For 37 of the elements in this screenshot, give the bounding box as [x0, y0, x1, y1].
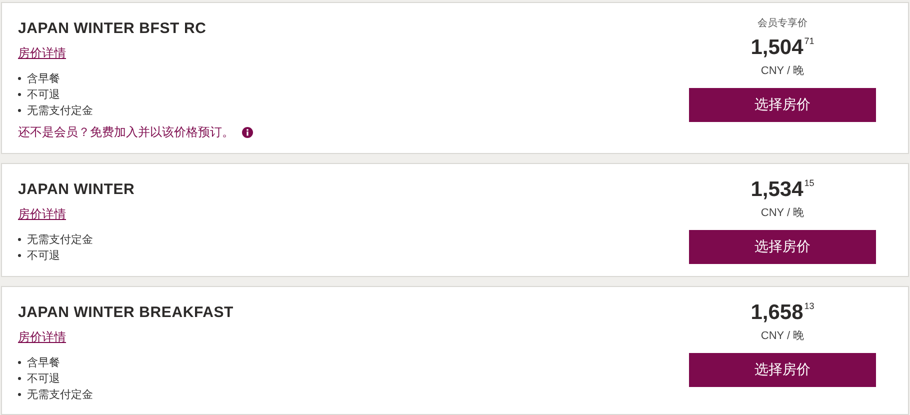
- feature-text: 无需支付定金: [27, 388, 93, 402]
- rate-name: JAPAN WINTER: [18, 181, 135, 198]
- rate-details-link[interactable]: 房价详情: [18, 206, 66, 223]
- member-join-link[interactable]: 还不是会员？免费加入并以该价格预订。: [18, 124, 234, 141]
- price-fraction: 13: [804, 301, 814, 311]
- feature-text: 含早餐: [27, 356, 60, 370]
- bullet-icon: [18, 92, 21, 96]
- feature-text: 不可退: [27, 372, 60, 386]
- price-fraction: 15: [804, 178, 814, 188]
- bullet-icon: [18, 254, 21, 256]
- select-rate-button[interactable]: 选择房价: [689, 353, 876, 387]
- member-price-label: 会员专享价: [758, 16, 808, 30]
- feature-text: 无需支付定金: [27, 232, 93, 246]
- feature-text: 无需支付定金: [27, 104, 93, 118]
- bullet-icon: [18, 108, 21, 112]
- rate-details-link[interactable]: 房价详情: [18, 45, 66, 62]
- bullet-icon: [18, 376, 21, 380]
- price-unit: CNY / 晚: [760, 64, 804, 78]
- select-rate-button[interactable]: 选择房价: [689, 230, 876, 264]
- price: 1,504: [750, 36, 804, 60]
- price-unit: CNY / 晚: [760, 206, 804, 220]
- info-icon[interactable]: [242, 127, 253, 138]
- rate-name: JAPAN WINTER BFST RC: [18, 20, 206, 37]
- price-fraction: 71: [804, 36, 814, 46]
- feature-text: 不可退: [27, 88, 60, 102]
- rate-details-link[interactable]: 房价详情: [18, 329, 66, 346]
- bullet-icon: [18, 360, 21, 364]
- feature-text: 不可退: [27, 248, 60, 262]
- price-unit: CNY / 晚: [760, 329, 804, 343]
- bullet-icon: [18, 238, 21, 240]
- feature-text: 含早餐: [27, 72, 60, 86]
- bullet-icon: [18, 76, 21, 80]
- price: 1,534: [750, 178, 804, 202]
- rate-name: JAPAN WINTER BREAKFAST: [18, 304, 234, 321]
- select-rate-button[interactable]: 选择房价: [689, 88, 876, 122]
- bullet-icon: [18, 392, 21, 396]
- price: 1,658: [750, 301, 804, 325]
